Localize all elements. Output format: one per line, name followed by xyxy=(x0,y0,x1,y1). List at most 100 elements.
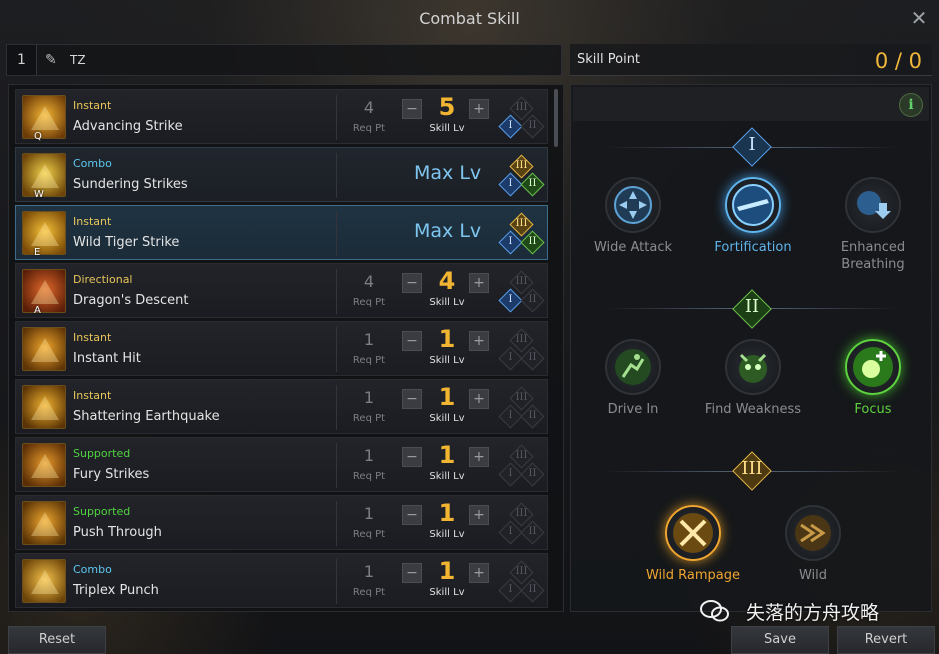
tripod-indicator[interactable]: III I II xyxy=(498,270,545,314)
row-divider xyxy=(336,385,337,430)
tripod-tier-1-numeral: I xyxy=(508,352,513,363)
skill-name: Fury Strikes xyxy=(73,467,150,482)
reset-button[interactable]: Reset xyxy=(8,626,106,654)
tripod-label: Enhanced Breathing xyxy=(840,240,906,272)
close-icon[interactable]: ✕ xyxy=(909,8,929,28)
tripod-tier-2-numeral: II xyxy=(528,468,537,479)
skill-type: Instant xyxy=(73,331,112,344)
increase-level-button[interactable]: + xyxy=(469,99,489,119)
tripod-tier-3-numeral: III xyxy=(515,102,528,113)
tripod-label: Wide Attack xyxy=(593,240,673,255)
tripod-enhanced-breathing[interactable]: Enhanced Breathing xyxy=(823,177,923,273)
tripod-find-weakness[interactable]: Find Weakness xyxy=(703,339,803,418)
tripod-indicator[interactable]: III I II xyxy=(498,96,545,140)
revert-button[interactable]: Revert xyxy=(837,626,935,654)
tripod-fortification[interactable]: Fortification xyxy=(703,177,803,256)
tier-2-label: II xyxy=(744,296,760,317)
tripod-tier-1-numeral: I xyxy=(508,410,513,421)
skill-level: 1 xyxy=(438,557,456,585)
tripod-wild-rampage[interactable]: Wild Rampage xyxy=(643,505,743,584)
tripod-focus[interactable]: Focus xyxy=(823,339,923,418)
skill-name: Push Through xyxy=(73,525,162,540)
info-icon[interactable]: i xyxy=(899,93,923,117)
tripod-tier-2-numeral: II xyxy=(528,526,537,537)
skill-level-label: Skill Lv xyxy=(429,471,465,482)
tripod-indicator[interactable]: III I II xyxy=(498,502,545,546)
increase-level-button[interactable]: + xyxy=(469,389,489,409)
skill-icon xyxy=(22,443,66,487)
required-points: 1 xyxy=(363,504,375,523)
tripod-indicator[interactable]: III I II xyxy=(498,154,545,198)
tripod-tier-2-numeral: II xyxy=(528,352,537,363)
find-weakness-icon xyxy=(725,339,781,395)
increase-level-button[interactable]: + xyxy=(469,563,489,583)
decrease-level-button[interactable]: − xyxy=(402,273,422,293)
tripod-wild[interactable]: Wild xyxy=(763,505,863,584)
skill-row[interactable]: A Directional Dragon's Descent 4 Req Pt … xyxy=(15,263,548,318)
max-level-label: Max Lv xyxy=(414,162,482,184)
skill-type: Instant xyxy=(73,99,112,112)
skill-row[interactable]: Q Instant Advancing Strike 4 Req Pt − 5 … xyxy=(15,89,548,144)
skill-row[interactable]: Instant Instant Hit 1 Req Pt − 1 Skill L… xyxy=(15,321,548,376)
decrease-level-button[interactable]: − xyxy=(402,563,422,583)
tripod-panel: i I Wide Attack Fortification Enhanced B… xyxy=(570,84,932,612)
row-divider xyxy=(336,501,337,546)
required-points-label: Req Pt xyxy=(352,297,386,308)
list-scrollbar[interactable] xyxy=(554,89,558,147)
tripod-tier-3-numeral: III xyxy=(515,334,528,345)
tripod-label: Wild Rampage xyxy=(645,568,741,583)
required-points-label: Req Pt xyxy=(352,471,386,482)
skill-name: Advancing Strike xyxy=(73,119,183,134)
tripod-tier-1-numeral: I xyxy=(508,236,513,247)
skill-icon xyxy=(22,501,66,545)
skill-level: 4 xyxy=(438,267,456,295)
skill-row[interactable]: Instant Shattering Earthquake 1 Req Pt −… xyxy=(15,379,548,434)
tripod-label: Wild xyxy=(798,568,828,583)
row-divider xyxy=(336,211,337,256)
skill-level: 1 xyxy=(438,325,456,353)
skill-row[interactable]: Combo Triplex Punch 1 Req Pt − 1 Skill L… xyxy=(15,553,548,608)
skill-level-label: Skill Lv xyxy=(429,123,465,134)
row-divider xyxy=(336,327,337,372)
save-button[interactable]: Save xyxy=(731,626,829,654)
required-points-label: Req Pt xyxy=(352,355,386,366)
tripod-indicator[interactable]: III I II xyxy=(498,386,545,430)
tripod-wide-attack[interactable]: Wide Attack xyxy=(583,177,683,256)
row-divider xyxy=(336,559,337,604)
hotkey-label: W xyxy=(34,189,44,200)
increase-level-button[interactable]: + xyxy=(469,447,489,467)
increase-level-button[interactable]: + xyxy=(469,331,489,351)
tripod-indicator[interactable]: III I II xyxy=(498,328,545,372)
hotkey-label: A xyxy=(34,305,41,316)
decrease-level-button[interactable]: − xyxy=(402,447,422,467)
focus-icon xyxy=(845,339,901,395)
skill-row[interactable]: Supported Fury Strikes 1 Req Pt − 1 Skil… xyxy=(15,437,548,492)
tripod-tier-1-numeral: I xyxy=(508,526,513,537)
required-points: 1 xyxy=(363,330,375,349)
skill-row[interactable]: Supported Push Through 1 Req Pt − 1 Skil… xyxy=(15,495,548,550)
decrease-level-button[interactable]: − xyxy=(402,505,422,525)
tripod-indicator[interactable]: III I II xyxy=(498,444,545,488)
tripod-tier-3-numeral: III xyxy=(515,276,528,287)
edit-icon[interactable]: ✎ xyxy=(45,52,61,68)
skill-name: Instant Hit xyxy=(73,351,141,366)
increase-level-button[interactable]: + xyxy=(469,273,489,293)
skill-row[interactable]: W Combo Sundering Strikes Max Lv III I I… xyxy=(15,147,548,202)
skill-level-label: Skill Lv xyxy=(429,529,465,540)
row-divider xyxy=(336,269,337,314)
tripod-tier-2-numeral: II xyxy=(528,294,537,305)
tier-3-label: III xyxy=(741,458,763,479)
fortification-icon xyxy=(725,177,781,233)
decrease-level-button[interactable]: − xyxy=(402,331,422,351)
decrease-level-button[interactable]: − xyxy=(402,389,422,409)
tripod-indicator[interactable]: III I II xyxy=(498,212,545,256)
skill-icon xyxy=(22,559,66,603)
skill-row[interactable]: E Instant Wild Tiger Strike Max Lv III I… xyxy=(15,205,548,260)
required-points-label: Req Pt xyxy=(352,413,386,424)
required-points-label: Req Pt xyxy=(352,123,386,134)
tripod-drive-in[interactable]: Drive In xyxy=(583,339,683,418)
decrease-level-button[interactable]: − xyxy=(402,99,422,119)
tripod-indicator[interactable]: III I II xyxy=(498,560,545,604)
increase-level-button[interactable]: + xyxy=(469,505,489,525)
preset-number[interactable]: 1 xyxy=(7,45,37,75)
